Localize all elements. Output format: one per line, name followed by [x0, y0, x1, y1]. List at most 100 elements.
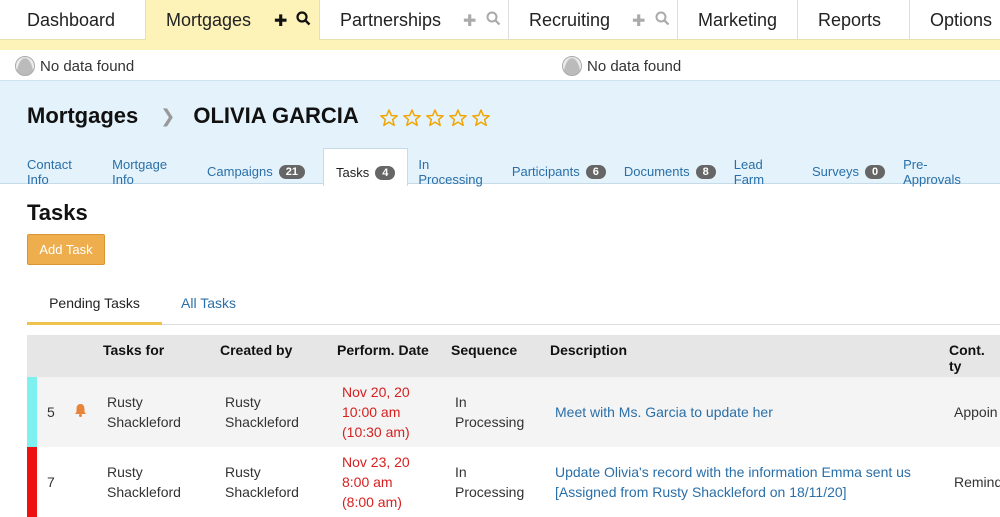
- task-description-link[interactable]: Meet with Ms. Garcia to update her: [555, 402, 773, 422]
- tasks-for-first: Rusty: [107, 394, 143, 410]
- tab-label: Lead Farm: [733, 156, 765, 187]
- nav-dashboard[interactable]: Dashboard: [0, 0, 146, 40]
- tab-label: Campaigns: [207, 164, 273, 179]
- star-icon[interactable]: [402, 108, 424, 128]
- table-row[interactable]: 7 Rusty Shackleford Rusty Shackleford Nov …: [27, 447, 1000, 517]
- task-description-link[interactable]: Update Olivia's record with the informat…: [555, 464, 911, 480]
- no-data-right: No data found: [562, 56, 681, 76]
- tasks-for-first: Rusty: [107, 464, 143, 480]
- created-by-first: Rusty: [225, 394, 261, 410]
- tab-all-tasks[interactable]: All Tasks: [181, 295, 236, 311]
- col-tasks-for[interactable]: Tasks for: [103, 342, 164, 358]
- tab-participants[interactable]: Participants 6: [512, 148, 606, 185]
- add-task-button[interactable]: Add Task: [27, 234, 105, 265]
- tab-label: Participants: [511, 164, 580, 179]
- contact-name: OLIVIA GARCIA: [193, 103, 359, 128]
- perform-date: Nov 23, 20: [342, 454, 410, 470]
- tab-tasks[interactable]: Tasks 4: [323, 148, 409, 186]
- perform-end-time: (10:30 am): [342, 424, 410, 440]
- count-badge: 8: [695, 164, 716, 179]
- chevron-right-icon: ❯: [160, 105, 176, 126]
- nav-partnerships[interactable]: Partnerships ✚: [320, 0, 509, 40]
- tab-in-processing[interactable]: In Processing: [418, 148, 493, 187]
- created-by-first: Rusty: [225, 464, 261, 480]
- nav-partnerships-label: Partnerships: [340, 9, 442, 30]
- sequence-2: Processing: [455, 414, 525, 430]
- search-icon[interactable]: [486, 11, 501, 31]
- no-data-right-text: No data found: [587, 57, 682, 75]
- bell-icon: [74, 403, 87, 420]
- tab-contact-info[interactable]: Contact Info: [27, 148, 94, 187]
- row-id: 5: [47, 404, 55, 420]
- perform-time: 10:00 am: [342, 404, 401, 420]
- no-data-left: No data found: [15, 56, 134, 76]
- no-data-left-text: No data found: [40, 57, 135, 75]
- col-description[interactable]: Description: [550, 342, 627, 358]
- tab-label: Tasks: [336, 165, 370, 180]
- tab-mortgage-info[interactable]: Mortgage Info: [112, 148, 189, 187]
- star-icon[interactable]: [448, 108, 470, 128]
- tab-label: In Processing: [418, 156, 483, 187]
- tab-pending-tasks[interactable]: Pending Tasks: [27, 295, 162, 325]
- row-color-bar: [27, 377, 37, 447]
- task-assignment-note: [Assigned from Rusty Shackleford on 18/1…: [555, 484, 847, 500]
- tab-documents[interactable]: Documents 8: [624, 148, 716, 185]
- table-header: Tasks for Created by Perform. Date Seque…: [27, 335, 1000, 377]
- nav-recruiting-label: Recruiting: [529, 9, 611, 30]
- col-perform-date[interactable]: Perform. Date: [337, 342, 429, 358]
- tasks-table: Tasks for Created by Perform. Date Seque…: [27, 335, 1000, 517]
- tab-label: Documents: [623, 164, 690, 179]
- status-row: No data found No data found: [0, 50, 1000, 80]
- star-icon[interactable]: [425, 108, 447, 128]
- contact-tabs: Contact Info Mortgage Info Campaigns 21 Task…: [27, 148, 1000, 187]
- count-badge: 6: [585, 164, 606, 179]
- nav-options[interactable]: Options: [910, 0, 1000, 40]
- col-cont-type[interactable]: Cont. ty: [949, 342, 1000, 374]
- created-by-last: Shackleford: [225, 484, 299, 500]
- tasks-for-last: Shackleford: [107, 484, 181, 500]
- sequence-1: In: [455, 464, 467, 480]
- sub-nav-strip: [0, 40, 1000, 50]
- breadcrumb: Mortgages ❯ OLIVIA GARCIA: [27, 103, 494, 129]
- plus-icon[interactable]: ✚: [632, 11, 645, 31]
- sequence-1: In: [455, 394, 467, 410]
- contact-header: Mortgages ❯ OLIVIA GARCIA Contact Info Mo…: [0, 80, 1000, 187]
- tab-lead-farm[interactable]: Lead Farm: [733, 148, 794, 187]
- nav-marketing[interactable]: Marketing: [678, 0, 798, 40]
- rating-stars[interactable]: [379, 108, 494, 128]
- plus-icon[interactable]: ✚: [463, 11, 476, 31]
- plus-icon[interactable]: ✚: [274, 11, 287, 31]
- breadcrumb-section[interactable]: Mortgages: [27, 103, 138, 129]
- col-sequence[interactable]: Sequence: [451, 342, 517, 358]
- tab-label: Pre-Approvals: [903, 156, 961, 187]
- nav-marketing-label: Marketing: [698, 9, 778, 30]
- contact-type: Appoin: [954, 404, 998, 420]
- col-created-by[interactable]: Created by: [220, 342, 292, 358]
- row-id: 7: [47, 474, 55, 490]
- star-icon[interactable]: [379, 108, 401, 128]
- star-icon[interactable]: [471, 108, 493, 128]
- search-icon[interactable]: [296, 11, 311, 31]
- count-badge: 4: [375, 165, 396, 180]
- perform-date: Nov 20, 20: [342, 384, 410, 400]
- nav-mortgages[interactable]: Mortgages ✚: [146, 0, 320, 40]
- nav-reports[interactable]: Reports: [798, 0, 910, 40]
- avatar: [15, 56, 35, 76]
- nav-recruiting[interactable]: Recruiting ✚: [509, 0, 678, 40]
- created-by-last: Shackleford: [225, 414, 299, 430]
- tab-label: Contact Info: [27, 156, 72, 187]
- contact-type: Remind: [954, 474, 1000, 490]
- search-icon[interactable]: [655, 11, 670, 31]
- nav-dashboard-label: Dashboard: [27, 9, 116, 30]
- tasks-for-last: Shackleford: [107, 414, 181, 430]
- nav-mortgages-label: Mortgages: [166, 9, 252, 30]
- top-nav: Dashboard Mortgages ✚ Partnerships ✚ Rec…: [0, 0, 1000, 40]
- tab-campaigns[interactable]: Campaigns 21: [207, 148, 306, 185]
- table-row[interactable]: 5 Rusty Shackleford Rusty Shackleford Nov …: [27, 377, 1000, 447]
- tab-pre-approvals[interactable]: Pre-Approvals: [903, 148, 982, 187]
- tab-label: Mortgage Info: [112, 156, 168, 187]
- tab-surveys[interactable]: Surveys 0: [812, 148, 886, 185]
- count-badge: 0: [864, 164, 886, 179]
- sequence-2: Processing: [455, 484, 525, 500]
- task-subtabs: Pending Tasks All Tasks: [27, 286, 1000, 325]
